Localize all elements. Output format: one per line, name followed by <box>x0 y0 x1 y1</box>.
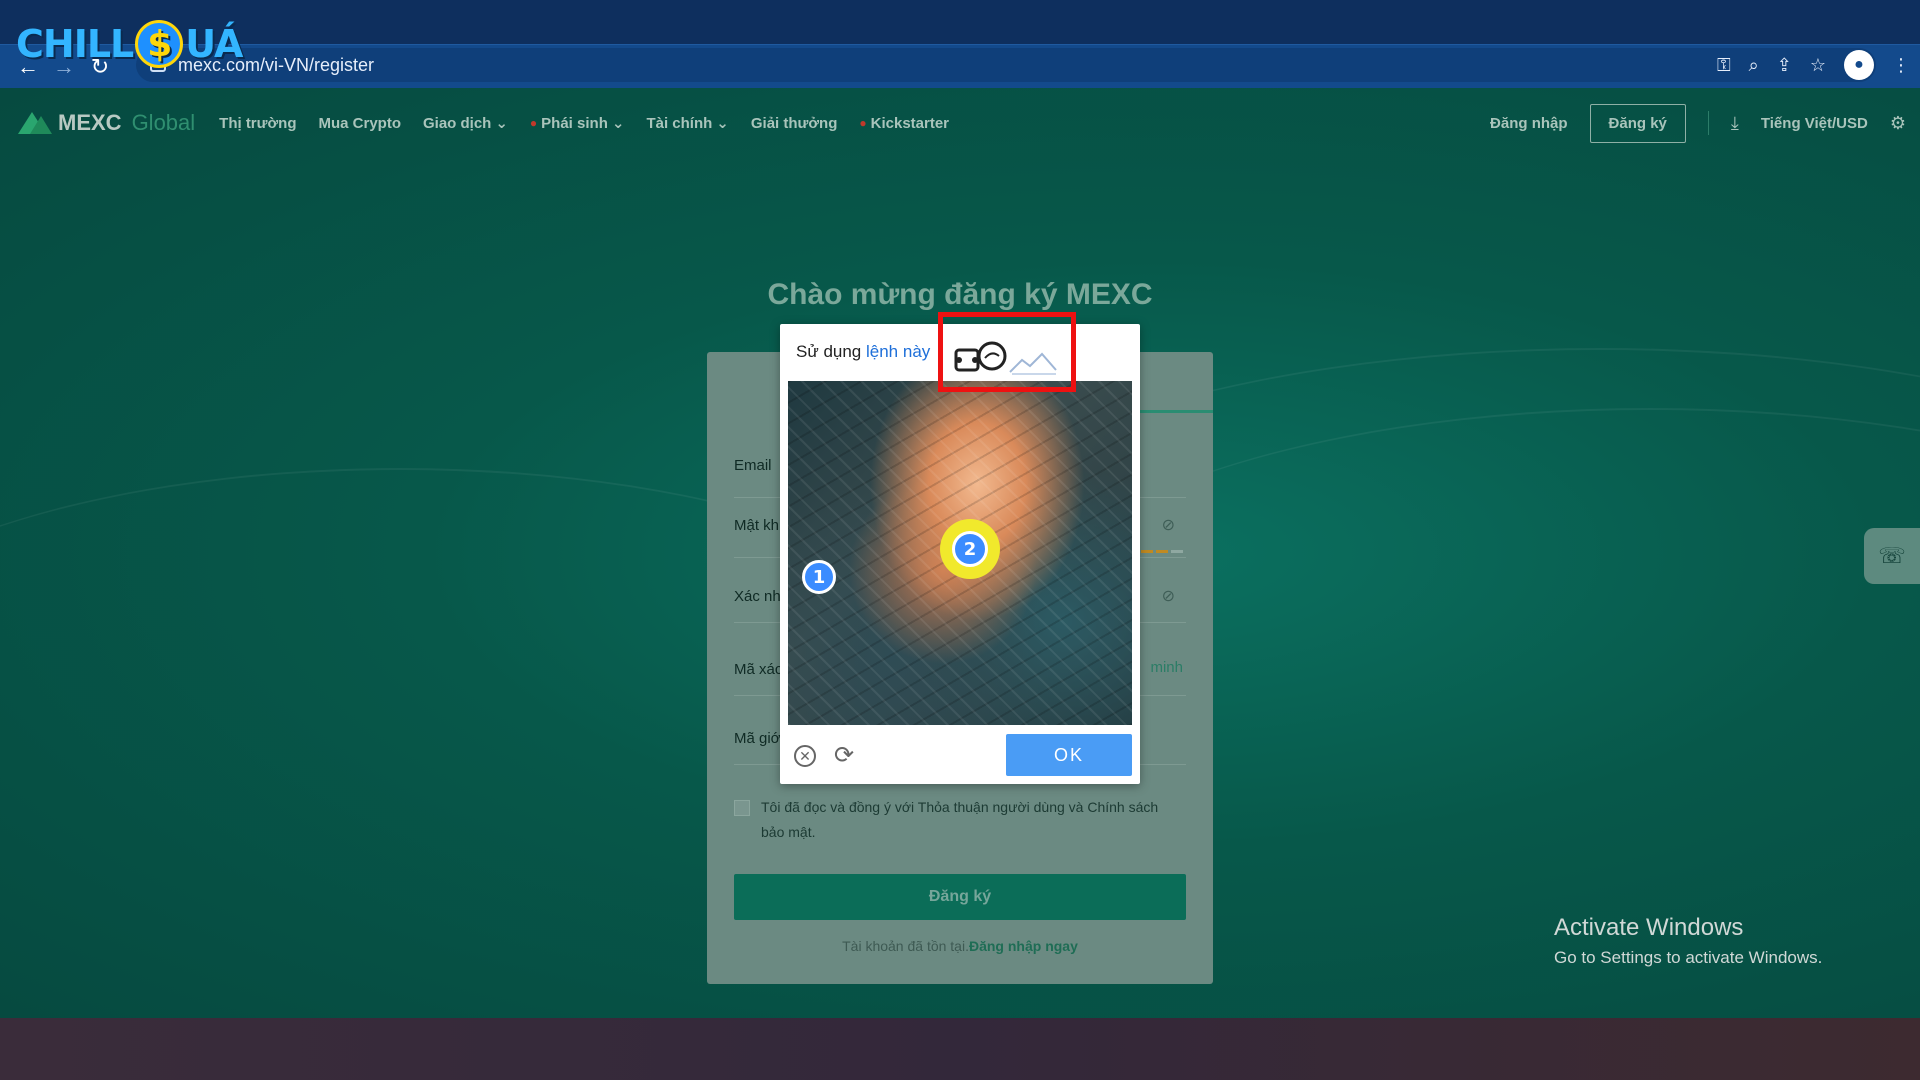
login-link[interactable]: Đăng nhập <box>1490 115 1568 132</box>
captcha-instruction: Sử dụng lệnh này <box>796 342 930 362</box>
chevron-down-icon: ⌄ <box>716 115 729 132</box>
captcha-image[interactable]: 1 2 <box>788 381 1132 725</box>
nav-label: Kickstarter <box>870 114 950 132</box>
download-icon[interactable]: ⤓ <box>1731 113 1739 134</box>
send-code-link[interactable]: minh <box>1150 659 1183 676</box>
captcha-footer: ✕ ⟳ OK <box>780 725 1140 784</box>
nav-rewards[interactable]: Giải thưởng <box>751 115 838 132</box>
watermark-text-left: CHILL <box>16 22 134 66</box>
nav-label: Tài chính <box>646 114 713 132</box>
brand-name: MEXC <box>58 110 122 135</box>
chevron-down-icon: ⌄ <box>495 115 508 132</box>
refresh-icon[interactable]: ⟳ <box>834 741 854 770</box>
watermark-coin-icon: $ <box>135 20 184 68</box>
annotation-highlight-box <box>938 312 1076 392</box>
chevron-down-icon: ⌄ <box>611 115 625 132</box>
divider <box>1707 111 1709 135</box>
login-prompt: Tài khoản đã tồn tại.Đăng nhập ngay <box>707 938 1213 954</box>
nav-label: Phái sinh <box>541 114 608 132</box>
zoom-icon[interactable]: ⌕ <box>1749 55 1759 76</box>
nav-label: Giao dịch <box>423 114 492 132</box>
header-actions: Đăng nhập Đăng ký ⤓ Tiếng Việt/USD ⚙ <box>1490 88 1906 158</box>
nav-trade[interactable]: Giao dịch ⌄ <box>423 114 508 133</box>
register-button[interactable]: Đăng ký <box>1589 103 1686 143</box>
activate-subtitle: Go to Settings to activate Windows. <box>1554 948 1823 967</box>
address-bar[interactable]: mexc.com/vi-VN/register <box>136 48 1876 82</box>
login-now-link[interactable]: Đăng nhập ngay <box>969 938 1078 954</box>
nav-label: Giải thưởng <box>750 114 838 132</box>
submit-register-button[interactable]: Đăng ký <box>734 874 1186 920</box>
terms-text: Tôi đã đọc và đồng ý với Thỏa thuận ngườ… <box>761 799 1159 840</box>
captcha-dialog: Sử dụng lệnh này 1 2 ✕ ⟳ OK <box>780 324 1140 784</box>
nav-markets[interactable]: Thị trường <box>219 115 296 132</box>
captcha-prefix: Sử dụng <box>796 342 862 361</box>
browser-titlebar <box>0 0 1920 44</box>
taskbar-area <box>0 1018 1920 1080</box>
share-icon[interactable]: ⇪ <box>1777 55 1792 76</box>
have-account-text: Tài khoản đã tồn tại. <box>842 938 969 954</box>
click-marker-2[interactable]: 2 <box>952 531 988 567</box>
close-icon[interactable]: ✕ <box>794 745 816 767</box>
brand-logo[interactable]: MEXC Global <box>18 110 195 136</box>
nav-derivatives[interactable]: ● Phái sinh ⌄ <box>529 114 625 133</box>
watermark-text-right: UÁ <box>185 22 243 66</box>
nav-kickstarter[interactable]: ● Kickstarter <box>859 115 949 132</box>
confirm-password-label: Xác nh <box>734 588 781 605</box>
language-selector[interactable]: Tiếng Việt/USD <box>1761 115 1868 132</box>
activate-title: Activate Windows <box>1554 914 1744 941</box>
fire-icon: ● <box>529 116 538 130</box>
key-icon[interactable]: ⚿ <box>1717 55 1731 76</box>
page-title: Chào mừng đăng ký MEXC <box>767 278 1153 311</box>
referral-code-label: Mã giớ <box>734 730 781 747</box>
nav-buy-crypto[interactable]: Mua Crypto <box>319 115 402 132</box>
mexc-logo-icon <box>18 112 52 134</box>
settings-gear-icon[interactable]: ⚙ <box>1890 113 1906 134</box>
site-header: MEXC Global Thị trường Mua Crypto Giao d… <box>0 88 1920 158</box>
windows-activation-watermark: Activate Windows Go to Settings to activ… <box>1554 914 1822 968</box>
watermark-logo: CHILL $ UÁ <box>16 14 243 74</box>
captcha-order-link: lệnh này <box>866 342 931 361</box>
terms-checkbox[interactable] <box>734 800 750 816</box>
nav-label: Thị trường <box>219 114 297 132</box>
nav-label: Mua Crypto <box>318 114 402 132</box>
password-strength-meter <box>1141 550 1183 553</box>
eye-hidden-icon[interactable]: ⊘ <box>1162 586 1175 606</box>
fire-icon: ● <box>859 116 867 130</box>
click-marker-1[interactable]: 1 <box>802 560 836 594</box>
email-field-label: Email <box>734 457 772 474</box>
captcha-ok-button[interactable]: OK <box>1006 734 1132 776</box>
brand-sub: Global <box>131 110 196 135</box>
verification-code-label: Mã xác <box>734 661 783 678</box>
menu-kebab-icon[interactable]: ⋮ <box>1892 55 1910 76</box>
support-chat-icon[interactable]: ☏ <box>1864 528 1920 584</box>
profile-avatar-icon[interactable]: ● <box>1844 50 1874 80</box>
password-field-label: Mật kh <box>734 517 780 534</box>
eye-hidden-icon[interactable]: ⊘ <box>1162 515 1175 535</box>
bookmark-star-icon[interactable]: ☆ <box>1810 55 1826 76</box>
nav-finance[interactable]: Tài chính ⌄ <box>646 114 729 133</box>
browser-actions: ⚿ ⌕ ⇪ ☆ ● ⋮ <box>1717 48 1910 82</box>
